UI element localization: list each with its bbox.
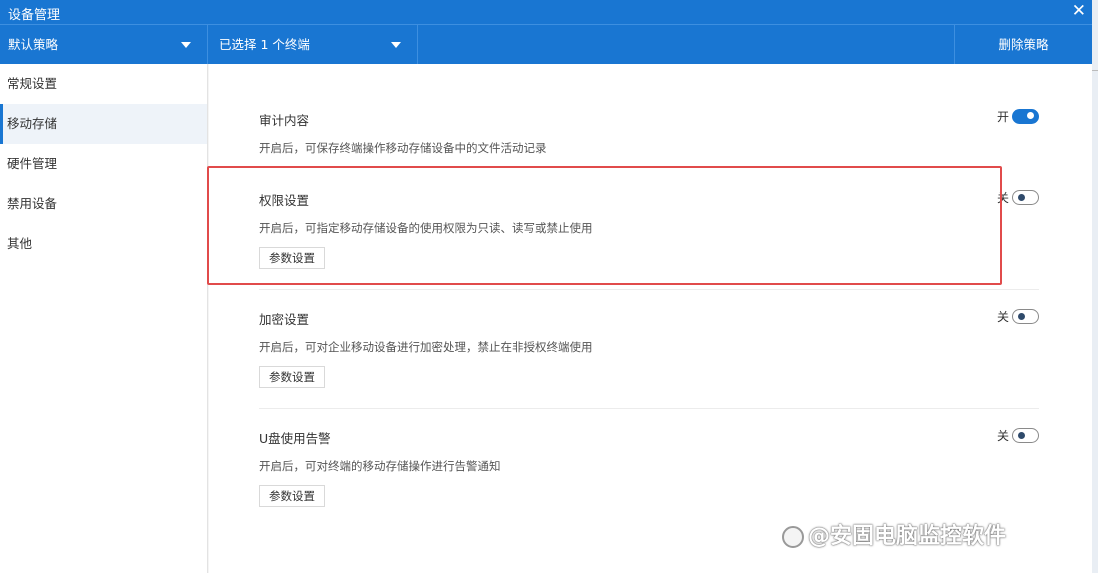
toggle-state-label: 开 bbox=[996, 110, 1009, 124]
background-window-edge bbox=[1092, 0, 1098, 573]
sidebar-item-hardware[interactable]: 硬件管理 bbox=[0, 144, 207, 184]
chevron-down-icon bbox=[181, 42, 191, 48]
policy-toolbar: 默认策略 已选择 1 个终端 删除策略 bbox=[0, 24, 1092, 64]
section-title: U盘使用告警 bbox=[259, 431, 331, 446]
audit-section: 审计内容 开启后，可保存终端操作移动存储设备中的文件活动记录 开 bbox=[259, 108, 1039, 158]
usb-alert-param-button[interactable]: 参数设置 bbox=[259, 485, 325, 507]
policy-select[interactable]: 默认策略 bbox=[0, 25, 208, 64]
sidebar-item-label: 常规设置 bbox=[7, 76, 58, 91]
audit-toggle[interactable] bbox=[1012, 109, 1039, 124]
sidebar-item-other[interactable]: 其他 bbox=[0, 224, 207, 264]
delete-policy-button[interactable]: 删除策略 bbox=[954, 25, 1092, 64]
section-divider bbox=[259, 408, 1039, 409]
chevron-down-icon bbox=[391, 42, 401, 48]
usb-alert-section: U盘使用告警 开启后，可对终端的移动存储操作进行告警通知 参数设置 关 bbox=[259, 428, 1039, 518]
policy-select-value: 默认策略 bbox=[8, 37, 59, 52]
sidebar-item-disabled-devices[interactable]: 禁用设备 bbox=[0, 184, 207, 224]
section-description: 开启后，可保存终端操作移动存储设备中的文件活动记录 bbox=[259, 141, 547, 155]
section-title: 审计内容 bbox=[259, 113, 310, 128]
toggle-knob bbox=[1018, 194, 1025, 201]
highlight-box bbox=[207, 166, 1002, 285]
toggle-state-label: 关 bbox=[996, 310, 1009, 324]
permission-toggle[interactable] bbox=[1012, 190, 1039, 205]
window-title: 设备管理 bbox=[8, 8, 61, 23]
section-divider bbox=[259, 289, 1039, 290]
watermark-logo-icon bbox=[782, 526, 804, 548]
sidebar-item-label: 移动存储 bbox=[7, 116, 58, 131]
close-icon[interactable]: ✕ bbox=[1072, 1, 1086, 21]
usb-alert-toggle-group: 关 bbox=[979, 428, 1039, 444]
sidebar-item-label: 其他 bbox=[7, 236, 33, 251]
sidebar-item-general[interactable]: 常规设置 bbox=[0, 64, 207, 104]
toggle-knob bbox=[1027, 112, 1034, 119]
audit-toggle-group: 开 bbox=[979, 109, 1039, 125]
terminal-select[interactable]: 已选择 1 个终端 bbox=[208, 25, 418, 64]
sidebar-item-removable-storage[interactable]: 移动存储 bbox=[0, 104, 207, 144]
terminal-select-value: 已选择 1 个终端 bbox=[219, 37, 310, 52]
watermark: @安固电脑监控软件 bbox=[782, 518, 1006, 550]
settings-content: 审计内容 开启后，可保存终端操作移动存储设备中的文件活动记录 开 权限设置 开启… bbox=[209, 64, 1092, 573]
usb-alert-toggle[interactable] bbox=[1012, 428, 1039, 443]
encryption-toggle[interactable] bbox=[1012, 309, 1039, 324]
watermark-text: @安固电脑监控软件 bbox=[808, 524, 1007, 549]
window-titlebar: 设备管理 ✕ bbox=[0, 0, 1092, 24]
settings-sidebar: 常规设置 移动存储 硬件管理 禁用设备 其他 bbox=[0, 64, 208, 573]
sidebar-item-label: 禁用设备 bbox=[7, 196, 58, 211]
encryption-toggle-group: 关 bbox=[979, 309, 1039, 325]
encryption-section: 加密设置 开启后，可对企业移动设备进行加密处理，禁止在非授权终端使用 参数设置 … bbox=[259, 309, 1039, 399]
sidebar-item-label: 硬件管理 bbox=[7, 156, 58, 171]
section-description: 开启后，可对企业移动设备进行加密处理，禁止在非授权终端使用 bbox=[259, 340, 593, 354]
toggle-knob bbox=[1018, 313, 1025, 320]
toggle-state-label: 关 bbox=[996, 429, 1009, 443]
section-title: 加密设置 bbox=[259, 312, 310, 327]
encryption-param-button[interactable]: 参数设置 bbox=[259, 366, 325, 388]
toggle-knob bbox=[1018, 432, 1025, 439]
section-description: 开启后，可对终端的移动存储操作进行告警通知 bbox=[259, 459, 501, 473]
